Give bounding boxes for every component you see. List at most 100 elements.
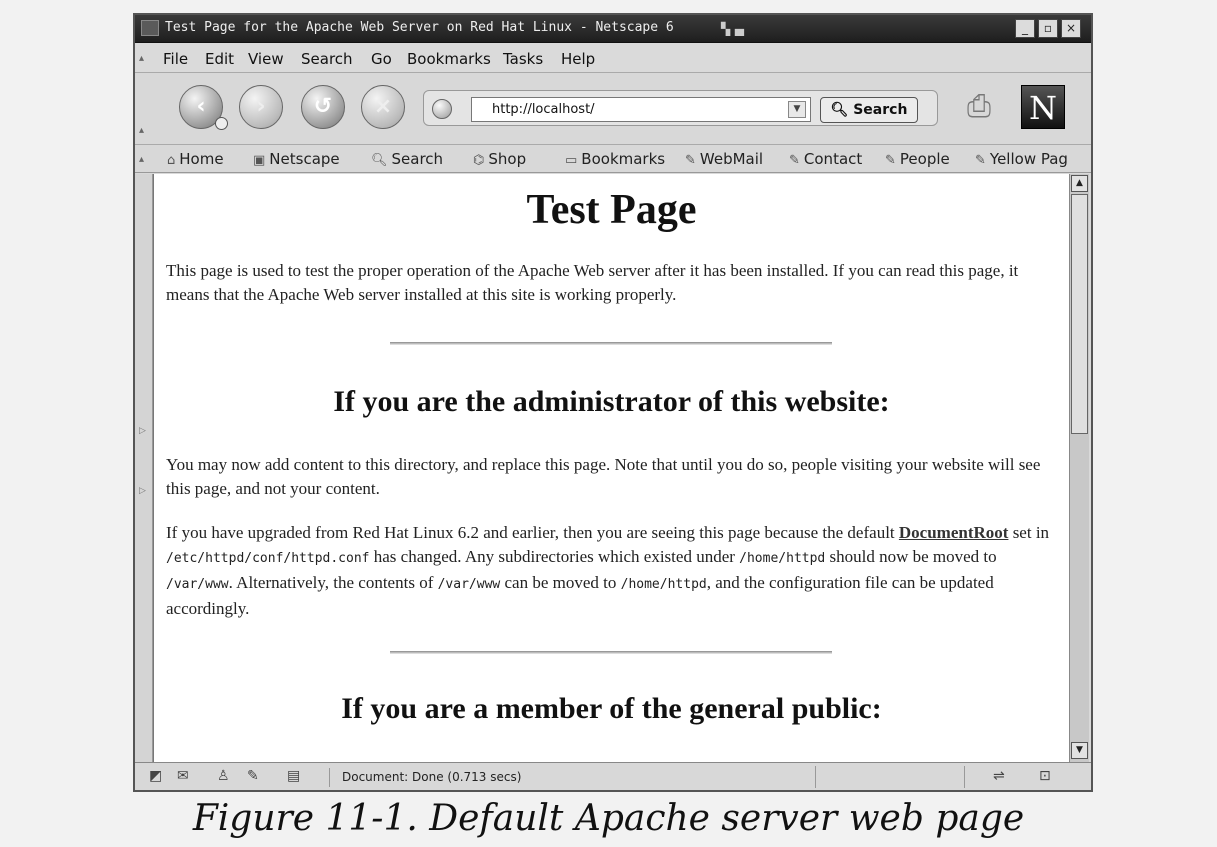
sidebar-expand-icon: ▷ [139, 426, 146, 436]
back-history-dropdown[interactable] [215, 117, 228, 130]
scroll-thumb[interactable] [1071, 194, 1088, 434]
maximize-button[interactable]: ▫ [1038, 19, 1058, 38]
magnifier-icon: 🔍︎ [830, 102, 849, 118]
url-history-dropdown[interactable]: ▼ [788, 101, 806, 118]
netscape-title-icon: ▚▗▖ [721, 22, 749, 36]
divider [390, 651, 832, 654]
sidebar-grip[interactable]: ▷ ▷ [135, 174, 153, 762]
public-heading: If you are a member of the general publi… [341, 692, 882, 725]
bookmark-yellow-pages[interactable]: ✎ Yellow Pag [975, 150, 1068, 168]
bookmark-icon: ✎ [685, 153, 696, 168]
back-button[interactable]: ‹ [179, 85, 228, 130]
bookmark-label: People [899, 150, 950, 168]
bookmark-shop[interactable]: ⌬ Shop [473, 150, 526, 168]
bookmark-label: Contact [803, 150, 863, 168]
toolbar-grip-icon[interactable]: ▴ [139, 53, 144, 64]
menu-tasks[interactable]: Tasks [503, 50, 543, 68]
toolbar-grip-icon[interactable]: ▴ [139, 154, 144, 165]
stop-button[interactable]: × [361, 85, 405, 129]
admin-paragraph-1: You may now add content to this director… [166, 455, 1041, 498]
folder-icon: ▭ [565, 153, 578, 168]
path-code: /var/www [437, 577, 501, 592]
figure-caption: Figure 11-1. Default Apache server web p… [192, 798, 1025, 839]
stop-icon: × [373, 94, 393, 119]
bookmark-icon: ✎ [789, 153, 800, 168]
sidebar-expand-icon: ▷ [139, 486, 146, 496]
composer-icon[interactable]: ✎ [247, 768, 259, 784]
mail-icon[interactable]: ✉ [177, 768, 189, 784]
menu-edit[interactable]: Edit [205, 50, 234, 68]
minimize-button[interactable]: _ [1015, 19, 1035, 38]
menu-view[interactable]: View [248, 50, 284, 68]
instant-messenger-icon[interactable]: ♙ [217, 768, 230, 784]
status-bar: ◩ ✉ ♙ ✎ ▤ Document: Done (0.713 secs) ⇌ … [135, 762, 1091, 790]
menu-bookmarks[interactable]: Bookmarks [407, 50, 491, 68]
search-button-label: Search [853, 102, 908, 118]
vertical-scrollbar[interactable]: ▲ ▼ [1069, 174, 1089, 762]
admin-heading: If you are the administrator of this web… [333, 385, 890, 418]
menu-go[interactable]: Go [371, 50, 392, 68]
scroll-up-button[interactable]: ▲ [1071, 175, 1088, 192]
address-book-icon[interactable]: ▤ [287, 768, 300, 784]
bookmark-people[interactable]: ✎ People [885, 150, 950, 168]
back-arrow-icon: ‹ [196, 94, 206, 119]
bookmark-label: Netscape [269, 150, 340, 168]
bookmarks-folder[interactable]: ▭ Bookmarks [565, 150, 665, 168]
path-code: /var/www [166, 577, 229, 592]
print-icon[interactable]: ⎙ [955, 85, 1003, 129]
forward-button[interactable]: › [239, 85, 283, 129]
menu-search[interactable]: Search [301, 50, 353, 68]
path-code: /home/httpd [620, 577, 707, 592]
bookmark-label: Bookmarks [581, 150, 666, 168]
text: . Alternatively, the contents of [228, 573, 438, 592]
url-input[interactable] [471, 97, 811, 122]
window-menu-icon[interactable] [141, 20, 159, 36]
menu-file[interactable]: File [163, 50, 188, 68]
my-netscape-icon: ▣ [253, 153, 266, 168]
scroll-down-button[interactable]: ▼ [1071, 742, 1088, 759]
path-code: /home/httpd [739, 551, 826, 566]
security-lock-icon[interactable]: ⊡ [1039, 768, 1051, 784]
netscape-logo[interactable]: N [1021, 85, 1065, 129]
go-icon[interactable] [432, 99, 452, 119]
bookmark-icon: ✎ [885, 153, 896, 168]
status-progress-area [815, 766, 965, 788]
bookmark-icon: ✎ [975, 153, 986, 168]
navigator-icon[interactable]: ◩ [149, 768, 162, 784]
text: If you have upgraded from Red Hat Linux … [166, 523, 899, 542]
path-code: /etc/httpd/conf/httpd.conf [166, 551, 370, 566]
text: set in [1008, 523, 1050, 542]
admin-paragraph-2: If you have upgraded from Red Hat Linux … [166, 521, 1056, 621]
bookmark-netscape[interactable]: ▣ Netscape [253, 150, 340, 168]
intro-paragraph: This page is used to test the proper ope… [166, 261, 1019, 304]
text: should now be moved to [825, 547, 997, 566]
close-button[interactable]: × [1061, 19, 1081, 38]
bookmark-home[interactable]: ⌂ Home [167, 150, 224, 168]
window-title: Test Page for the Apache Web Server on R… [165, 20, 674, 35]
status-text: Document: Done (0.713 secs) [329, 768, 809, 787]
online-status-icon[interactable]: ⇌ [993, 768, 1005, 784]
toolbar-grip-icon[interactable]: ▴ [139, 125, 144, 136]
menu-help[interactable]: Help [561, 50, 595, 68]
title-bar: Test Page for the Apache Web Server on R… [135, 15, 1091, 43]
bookmark-label: Yellow Pag [989, 150, 1068, 168]
bookmark-search[interactable]: 🔍︎ Search [371, 150, 443, 168]
page-content: Test Page This page is used to test the … [153, 174, 1069, 762]
bookmark-webmail[interactable]: ✎ WebMail [685, 150, 763, 168]
personal-toolbar: ▴ ⌂ Home ▣ Netscape 🔍︎ Search ⌬ Shop ▭ Bookma… [135, 145, 1091, 173]
browser-window: Test Page for the Apache Web Server on R… [133, 13, 1093, 792]
search-icon: 🔍︎ [371, 153, 388, 168]
search-button[interactable]: 🔍︎ Search [820, 97, 918, 123]
forward-arrow-icon: › [256, 94, 266, 119]
shop-icon: ⌬ [473, 153, 485, 168]
menu-bar: ▴ File Edit View Search Go Bookmarks Tas… [135, 43, 1091, 73]
bookmark-label: Home [179, 150, 224, 168]
bookmark-label: Search [391, 150, 444, 168]
reload-icon: ↺ [313, 94, 333, 119]
url-bar: ✎ ▼ 🔍︎ Search [423, 90, 938, 126]
documentroot-link[interactable]: DocumentRoot [899, 523, 1009, 542]
bookmark-contact[interactable]: ✎ Contact [789, 150, 862, 168]
text: can be moved to [500, 573, 621, 592]
reload-button[interactable]: ↺ [301, 85, 345, 129]
page-title: Test Page [526, 187, 697, 233]
